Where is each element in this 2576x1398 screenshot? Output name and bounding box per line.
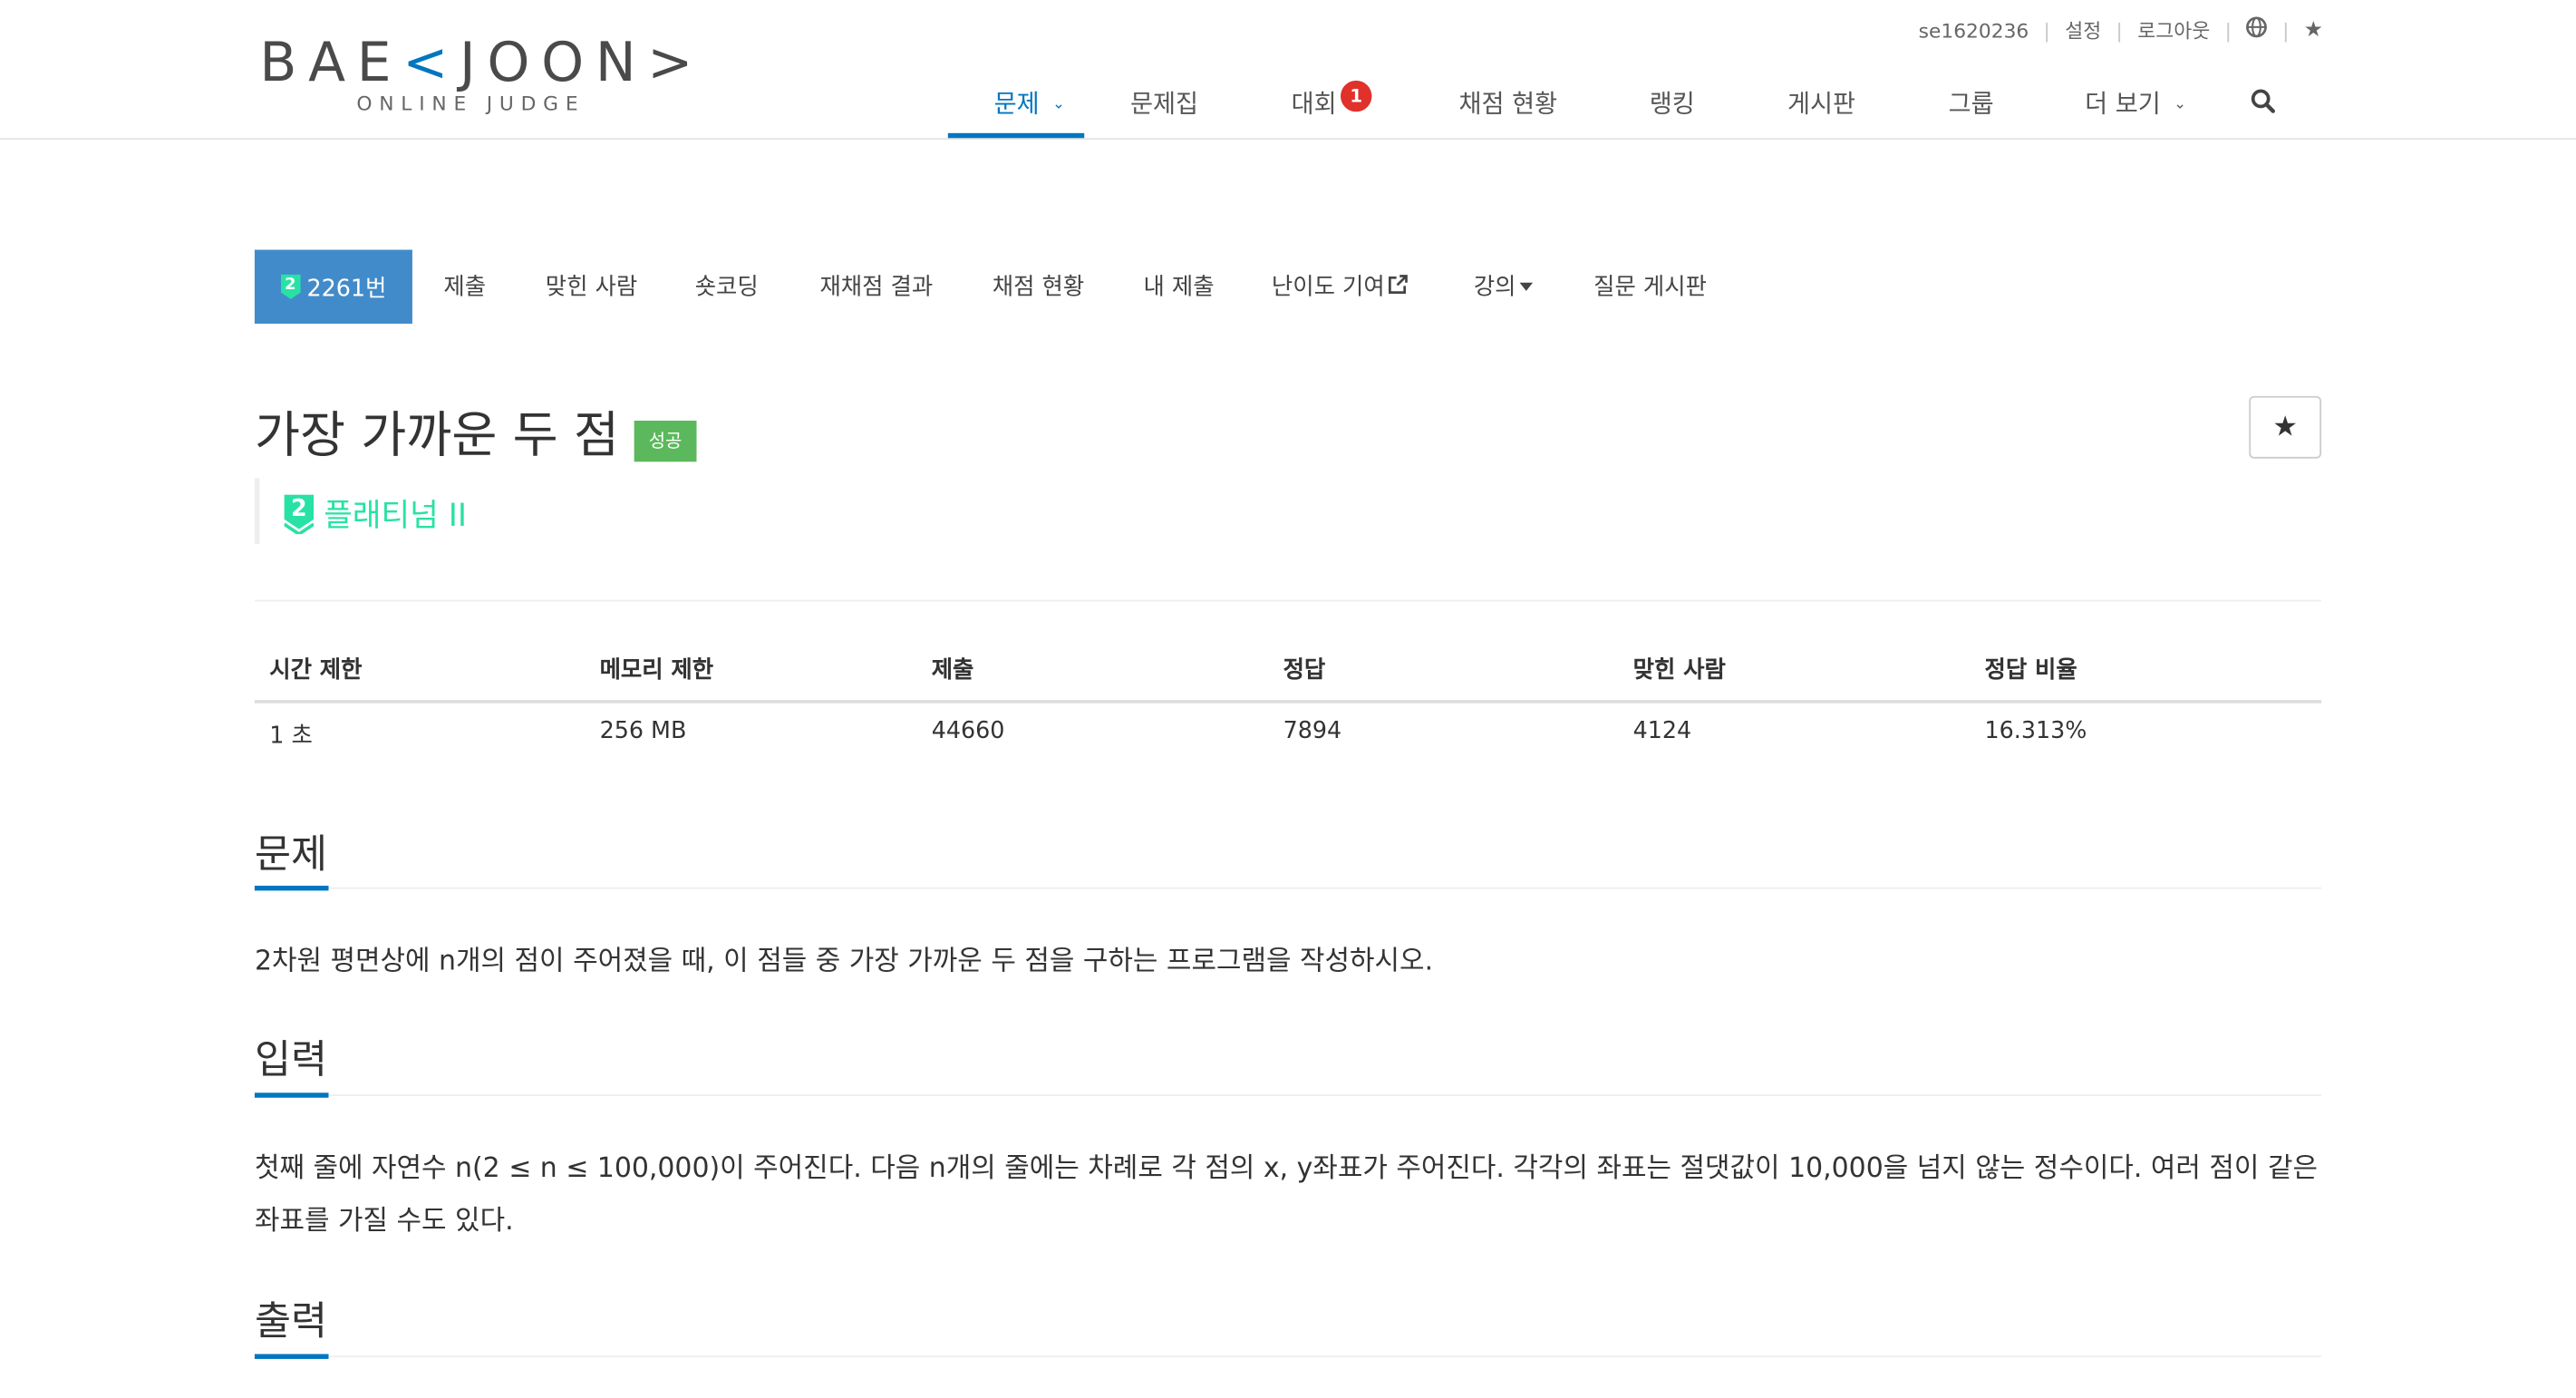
section-divider xyxy=(328,1355,2322,1358)
globe-icon[interactable] xyxy=(2246,16,2268,44)
tab-my-submissions[interactable]: 내 제출 xyxy=(1144,269,1215,302)
page-root: BAE<JOON> ONLINE JUDGE se1620236 | 설정 | … xyxy=(0,0,2576,1398)
separator: | xyxy=(2116,18,2123,43)
search-icon[interactable] xyxy=(2251,89,2275,120)
nav-more[interactable]: 더 보기 ⌄ xyxy=(2085,85,2186,120)
nav-more-label: 더 보기 xyxy=(2085,88,2161,119)
external-link-icon xyxy=(1388,275,1408,299)
section-underline xyxy=(254,885,329,891)
contests-notification-badge: 1 xyxy=(1341,80,1372,112)
logo-text-post: JOON> xyxy=(460,29,705,94)
logout-link[interactable]: 로그아웃 xyxy=(2137,16,2210,44)
table-header: 시간 제한 xyxy=(269,657,363,684)
divider xyxy=(254,599,2322,602)
table-cell-solvers: 4124 xyxy=(1632,718,1692,745)
nav-problems-label: 문제 xyxy=(993,88,1040,119)
nav-ranking[interactable]: 랭킹 xyxy=(1650,85,1695,120)
tab-shortest-coding[interactable]: 숏코딩 xyxy=(695,269,759,302)
result-badge: 성공 xyxy=(634,421,697,462)
settings-link[interactable]: 설정 xyxy=(2065,16,2101,44)
problem-title: 가장 가까운 두 점 xyxy=(254,407,619,465)
separator: | xyxy=(2282,18,2290,43)
nav-board[interactable]: 게시판 xyxy=(1787,85,1855,120)
tab-status[interactable]: 채점 현황 xyxy=(993,269,1084,302)
tab-difficulty-contribution[interactable]: 난이도 기여 xyxy=(1272,269,1408,302)
tier-shield-icon: 2 xyxy=(280,273,301,300)
separator: | xyxy=(2043,18,2050,43)
section-title-input: 입력 xyxy=(254,1036,327,1083)
star-icon[interactable]: ★ xyxy=(2304,18,2323,43)
table-cell-time-limit: 1 초 xyxy=(269,723,313,750)
problem-number-label: 2261번 xyxy=(306,275,387,302)
tier-block-border xyxy=(254,478,260,544)
section-title-description: 문제 xyxy=(254,831,327,878)
tab-qna-board[interactable]: 질문 게시판 xyxy=(1593,269,1707,302)
username-link[interactable]: se1620236 xyxy=(1919,19,2029,42)
table-cell-accepted: 7894 xyxy=(1283,718,1342,745)
separator: | xyxy=(2224,18,2232,43)
top-header: BAE<JOON> ONLINE JUDGE se1620236 | 설정 | … xyxy=(0,0,2576,141)
tier-name: 플래티넘 II xyxy=(324,498,468,535)
tab-rejudge-results[interactable]: 재채점 결과 xyxy=(819,269,933,302)
chevron-down-icon: ⌄ xyxy=(2174,96,2186,114)
nav-status[interactable]: 채점 현황 xyxy=(1459,85,1558,120)
table-header: 제출 xyxy=(931,657,974,684)
section-divider xyxy=(328,887,2322,889)
logo-subtitle: ONLINE JUDGE xyxy=(356,92,586,115)
chevron-down-icon: ⌄ xyxy=(1052,96,1065,114)
caret-down-icon xyxy=(1519,282,1533,291)
tier-shield-number: 2 xyxy=(291,495,307,522)
tab-submit[interactable]: 제출 xyxy=(443,269,486,302)
section-underline xyxy=(254,1092,329,1098)
nav-groups[interactable]: 그룹 xyxy=(1949,85,1994,120)
tier-shield-icon: 2 xyxy=(283,493,315,536)
problem-tier: 2 플래티넘 II xyxy=(283,491,468,536)
table-cell-submissions: 44660 xyxy=(931,718,1005,745)
difficulty-label: 난이도 기여 xyxy=(1271,274,1385,301)
nav-active-indicator xyxy=(947,132,1085,139)
nav-contests[interactable]: 대회 xyxy=(1292,85,1337,120)
logo-text-pre: BAE xyxy=(259,29,403,94)
table-header: 정답 비율 xyxy=(1984,657,2077,684)
table-header-line xyxy=(254,700,2322,704)
tab-lectures[interactable]: 강의 xyxy=(1474,269,1533,302)
table-cell-memory-limit: 256 MB xyxy=(599,718,687,745)
section-divider xyxy=(328,1094,2322,1096)
tab-solvers[interactable]: 맞힌 사람 xyxy=(546,269,637,302)
problem-number-tab[interactable]: 2 2261번 xyxy=(254,249,412,325)
site-logo[interactable]: BAE<JOON> xyxy=(259,30,704,94)
problem-description: 2차원 평면상에 n개의 점이 주어졌을 때, 이 점들 중 가장 가까운 두 … xyxy=(254,945,1434,976)
favorite-star-button[interactable]: ★ xyxy=(2249,395,2322,459)
user-bar: se1620236 | 설정 | 로그아웃 | | ★ xyxy=(1919,16,2323,44)
section-title-output: 출력 xyxy=(254,1297,327,1345)
table-header: 메모리 제한 xyxy=(599,657,714,684)
nav-problems[interactable]: 문제 ⌄ xyxy=(994,85,1065,120)
logo-text-accent: < xyxy=(402,29,460,94)
table-header: 맞힌 사람 xyxy=(1632,657,1726,684)
tier-shield-number: 2 xyxy=(285,275,296,294)
section-underline xyxy=(254,1354,329,1359)
input-description: 첫째 줄에 자연수 n(2 ≤ n ≤ 100,000)이 주어진다. 다음 n… xyxy=(254,1151,2318,1236)
lectures-label: 강의 xyxy=(1473,274,1516,301)
table-header: 정답 xyxy=(1283,657,1326,684)
table-cell-ratio: 16.313% xyxy=(1984,718,2087,745)
nav-workbooks[interactable]: 문제집 xyxy=(1130,85,1198,120)
